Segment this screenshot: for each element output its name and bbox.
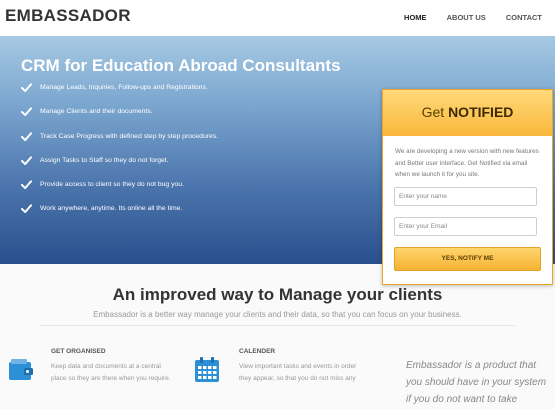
feature-item: Provide access to client so they do not … [21,179,218,203]
check-icon [21,83,32,92]
signup-title-bold: NOTIFIED [448,104,514,120]
feature-text-calender: View important tasks and events in order… [239,361,356,385]
feature-text: Manage Clients and their documents. [40,108,153,116]
signup-description: We are developing a new version with new… [395,148,539,179]
feature-text: Work anywhere, anytime. Its online all t… [40,205,183,213]
check-icon [21,156,32,165]
notify-me-button[interactable]: YES, NOTIFY ME [394,247,541,271]
feature-heading-calender: CALENDER [239,348,276,355]
feature-text: Manage Leads, Inquiries, Follow-ups and … [40,84,208,91]
hero-title: CRM for Education Abroad Consultants [21,56,341,75]
check-icon [21,107,32,117]
feature-text: Track Case Progress with defined step by… [40,132,219,140]
notify-signup-card: Get NOTIFIED We are developing a new ver… [382,89,553,285]
brand-logo[interactable]: EMBASSADOR [5,6,131,26]
calendar-icon [195,357,219,382]
hero-banner: CRM for Education Abroad Consultants Man… [0,36,555,285]
feature-item: Track Case Progress with defined step by… [21,131,218,155]
feature-item: Manage Leads, Inquiries, Follow-ups and … [21,82,218,106]
name-input[interactable] [394,187,537,206]
check-icon [21,180,32,190]
feature-text-line: View important tasks and events in order [239,363,357,370]
signup-title: Get NOTIFIED [383,104,552,120]
nav-home-link[interactable]: HOME [404,13,427,22]
wallet-icon [9,359,33,380]
feature-item: Assign Tasks to Staff so they do not for… [21,155,218,179]
feature-text-line: they appear, so that you do not miss any [239,375,356,382]
feature-text: Assign Tasks to Staff so they do not for… [40,156,169,164]
email-input[interactable] [394,217,537,236]
section-subtitle: Embassador is a better way manage your c… [93,310,462,319]
signup-title-prefix: Get [421,104,445,120]
testimonial-quote: Embassador is a product that you should … [406,357,555,408]
feature-item: Manage Clients and their documents. [21,106,218,130]
quote-line: Embassador is a product that [406,360,537,371]
feature-list: Manage Leads, Inquiries, Follow-ups and … [21,82,218,228]
top-navbar: EMBASSADOR HOME ABOUT US CONTACT [0,0,555,36]
check-icon [21,131,32,141]
check-icon [21,204,32,214]
feature-text-organised: Keep data and documents at a central pla… [51,361,171,385]
feature-text: Provide access to client so they do not … [40,181,184,189]
nav-contact-link[interactable]: CONTACT [506,13,542,22]
section-title: An improved way to Manage your clients [112,285,443,304]
section-divider [40,325,515,326]
feature-item: Work anywhere, anytime. Its online all t… [21,203,218,227]
nav-about-link[interactable]: ABOUT US [447,13,486,22]
feature-text-line: place so they are there when you require… [51,375,171,382]
feature-text-line: Keep data and documents at a central [51,363,161,370]
nav-links: HOME ABOUT US CONTACT [386,13,542,22]
quote-line: you should have in your system [406,377,547,388]
signup-card-header: Get NOTIFIED [383,90,552,136]
feature-heading-organised: GET ORGANISED [51,348,106,355]
quote-line: if you do not want to take [406,394,518,405]
